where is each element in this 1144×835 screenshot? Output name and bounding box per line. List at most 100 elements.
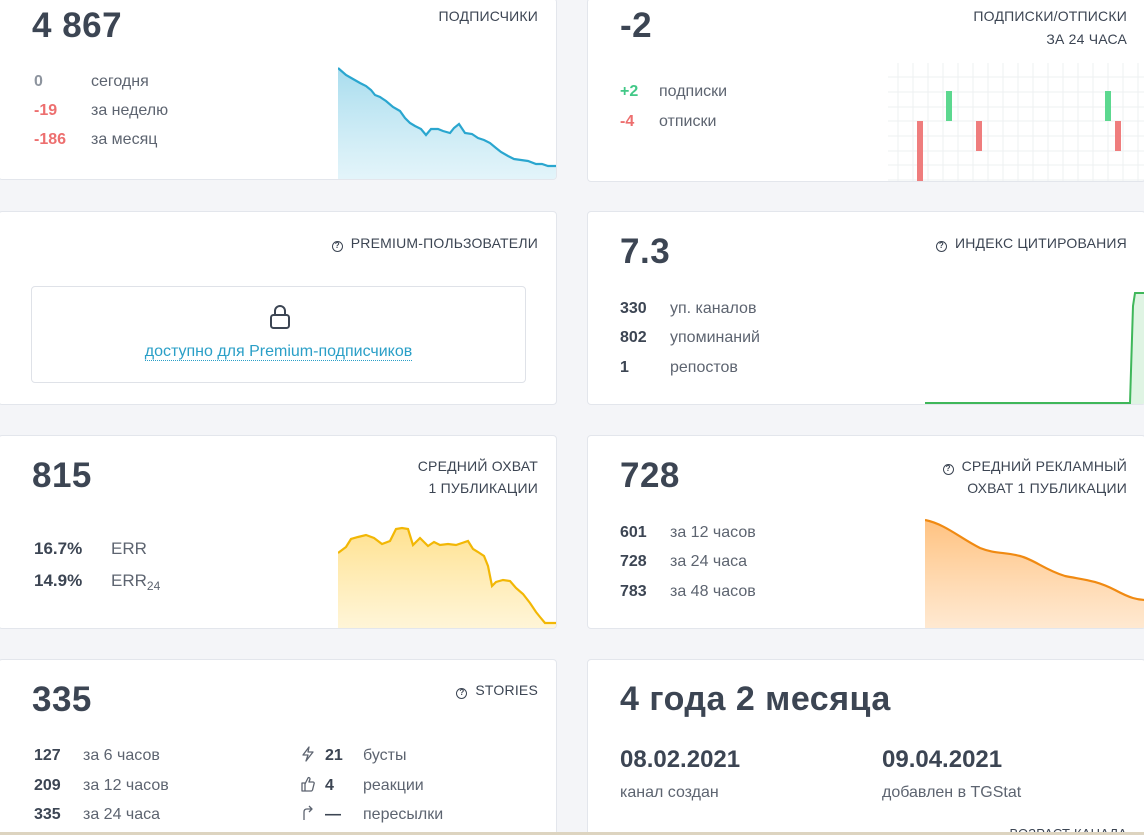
subscribers-label: ПОДПИСЧИКИ [438, 8, 538, 24]
stat-text: отписки [659, 113, 717, 130]
citation-index: 7.3 [620, 232, 671, 271]
subscriptions-row: +2 подписки [620, 82, 727, 102]
stories-12h: 209 за 12 часов [34, 776, 169, 796]
channel-age-card: 4 года 2 месяца 08.02.2021 канал создан … [587, 659, 1144, 835]
reach-sparkline [338, 526, 556, 628]
premium-locked-box: доступно для Premium-подписчиков [31, 286, 526, 383]
err24-row: 14.9% ERR24 [34, 571, 160, 596]
subs-unsubs-card: -2 ПОДПИСКИ/ОТПИСКИ ЗА 24 ЧАСА +2 подписк… [587, 0, 1144, 182]
citation-sparkline [925, 292, 1144, 404]
stories-reactions: 4 реакции [301, 776, 424, 796]
citation-mentions: 802 упоминаний [620, 328, 760, 348]
stat-value: -186 [34, 131, 67, 148]
stories-label: ? STORIES [456, 679, 538, 701]
err24-value: 14.9% [34, 571, 83, 590]
ad-reach-label-text: СРЕДНИЙ РЕКЛАМНЫЙ [961, 458, 1127, 474]
subscribers-card: 4 867 ПОДПИСЧИКИ 0 сегодня -19 за неделю -… [0, 0, 557, 180]
help-icon[interactable]: ? [942, 464, 954, 475]
citation-card: 7.3 ? ИНДЕКС ЦИТИРОВАНИЯ 330 уп. каналов 8… [587, 211, 1144, 405]
channel-age-value: 4 года 2 месяца [620, 680, 891, 718]
stories-label-text: STORIES [475, 682, 538, 698]
stat-text: за неделю [91, 102, 169, 119]
help-icon[interactable]: ? [331, 241, 343, 252]
stat-value: 330 [620, 300, 647, 317]
stories-forwards: — пересылки [301, 805, 443, 825]
help-icon[interactable]: ? [456, 688, 468, 699]
stat-value: 1 [620, 359, 629, 376]
stat-text: реакции [363, 777, 424, 794]
reach-label-1: СРЕДНИЙ ОХВАТ [417, 458, 538, 474]
ad-reach-48h: 783 за 48 часов [620, 582, 756, 602]
subscribers-week: -19 за неделю [34, 101, 168, 121]
stat-value: +2 [620, 83, 639, 100]
stat-value: 4 [325, 777, 334, 794]
ad-reach-sparkline [925, 518, 1144, 628]
subscribers-today: 0 сегодня [34, 72, 149, 92]
stat-text: за 12 часов [670, 524, 756, 541]
ad-reach-24h: 728 за 24 часа [620, 552, 747, 572]
stat-value: 728 [620, 553, 647, 570]
ad-reach-12h: 601 за 12 часов [620, 523, 756, 543]
stat-text: бусты [363, 747, 407, 764]
lightning-icon [302, 746, 314, 762]
stat-text: сегодня [91, 73, 149, 90]
tgstat-added-label: добавлен в TGStat [882, 784, 1022, 801]
stat-value: 802 [620, 329, 647, 346]
stat-text: пересылки [363, 806, 444, 823]
stat-value: 209 [34, 777, 61, 794]
stat-value: 783 [620, 583, 647, 600]
stat-text: уп. каналов [670, 300, 757, 317]
stat-value: 601 [620, 524, 647, 541]
subs-unsubs-label-1: ПОДПИСКИ/ОТПИСКИ [973, 8, 1127, 24]
stories-6h: 127 за 6 часов [34, 746, 160, 766]
subscribers-count: 4 867 [32, 6, 123, 45]
stories-value: 335 [32, 680, 92, 719]
stories-boosts: 21 бусты [301, 746, 406, 766]
stat-text: за месяц [91, 131, 158, 148]
premium-link[interactable]: доступно для Premium-подписчиков [32, 343, 525, 361]
stat-text: репостов [670, 359, 738, 376]
lock-icon [270, 305, 290, 329]
stat-value: 21 [325, 747, 343, 764]
err-label: ERR [111, 539, 147, 558]
reach-card: 815 СРЕДНИЙ ОХВАТ 1 ПУБЛИКАЦИИ 16.7% ERR … [0, 435, 557, 629]
forward-arrow-icon [303, 805, 313, 820]
stories-card: 335 ? STORIES 127 за 6 часов 209 за 12 часо… [0, 659, 557, 835]
subs-unsubs-count: -2 [620, 6, 653, 45]
reach-label-2: 1 ПУБЛИКАЦИИ [428, 480, 538, 496]
stat-text: упоминаний [670, 329, 760, 346]
ad-reach-value: 728 [620, 456, 680, 495]
premium-card: ? PREMIUM-ПОЛЬЗОВАТЕЛИ доступно для Premi… [0, 211, 557, 405]
err-row: 16.7% ERR [34, 539, 147, 559]
stat-value: 335 [34, 806, 61, 823]
stat-text: за 24 часа [670, 553, 748, 570]
reach-value: 815 [32, 456, 92, 495]
stat-value: 0 [34, 73, 43, 90]
premium-link-text[interactable]: доступно для Premium-подписчиков [144, 343, 413, 361]
stories-24h: 335 за 24 часа [34, 805, 160, 825]
stat-text: за 12 часов [83, 777, 169, 794]
err24-label: ERR [111, 571, 147, 590]
subscribers-sparkline [338, 67, 556, 179]
stat-text: за 48 часов [670, 583, 756, 600]
subscribers-month: -186 за месяц [34, 130, 157, 150]
citation-reposts: 1 репостов [620, 358, 738, 378]
citation-label-text: ИНДЕКС ЦИТИРОВАНИЯ [954, 235, 1127, 251]
stat-value: — [325, 806, 341, 823]
stat-text: подписки [659, 83, 728, 100]
premium-label: ? PREMIUM-ПОЛЬЗОВАТЕЛИ [331, 232, 538, 254]
unsubscriptions-row: -4 отписки [620, 112, 716, 132]
help-icon[interactable]: ? [935, 241, 947, 252]
ad-reach-label-1: ? СРЕДНИЙ РЕКЛАМНЫЙ [942, 455, 1127, 477]
err24-sub: 24 [146, 579, 161, 594]
citation-label: ? ИНДЕКС ЦИТИРОВАНИЯ [935, 232, 1127, 254]
err-value: 16.7% [34, 539, 83, 558]
stat-text: за 6 часов [83, 747, 160, 764]
tgstat-added-date: 09.04.2021 [882, 746, 1003, 773]
stat-value: -4 [620, 113, 635, 130]
stat-value: -19 [34, 102, 58, 119]
stat-text: за 24 часа [83, 806, 161, 823]
subs-unsubs-label-2: ЗА 24 ЧАСА [1046, 31, 1127, 47]
thumbs-up-icon [301, 776, 315, 792]
ad-reach-label-2: ОХВАТ 1 ПУБЛИКАЦИИ [967, 480, 1127, 496]
